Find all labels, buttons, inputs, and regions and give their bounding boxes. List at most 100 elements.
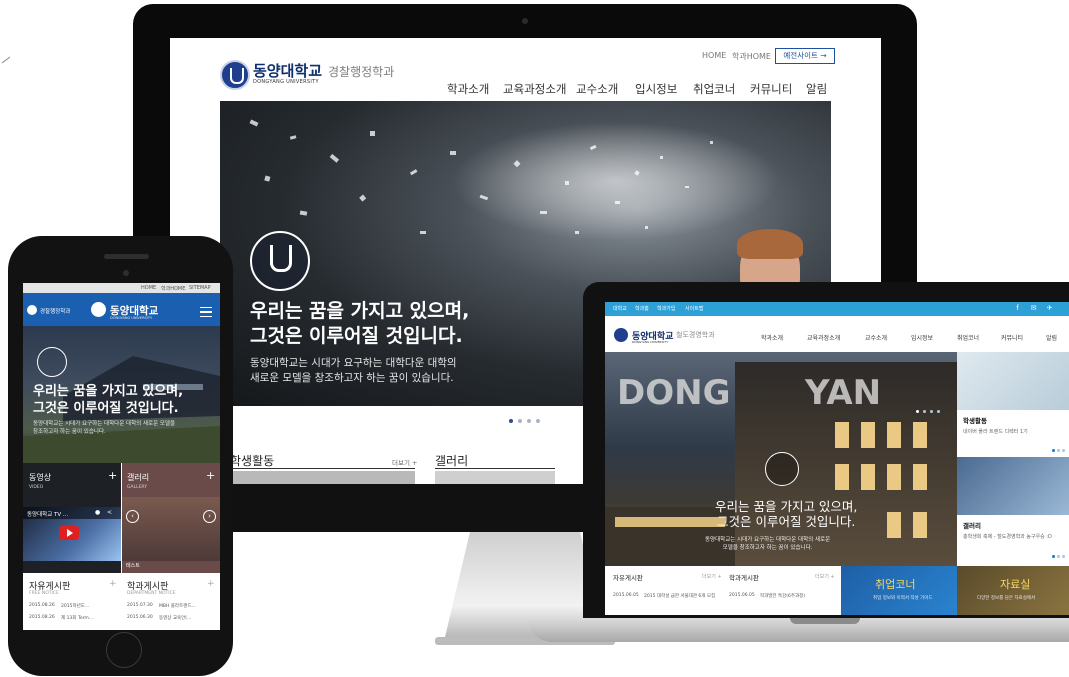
lp-nav-curriculum[interactable]: 교육과정소개 bbox=[807, 333, 840, 342]
nav-item-career[interactable]: 취업코너 bbox=[693, 81, 735, 97]
lp-hero-desc-line-1: 동양대학교는 시대가 요구하는 대학다운 대학의 새로운 bbox=[705, 537, 831, 543]
university-emblem-icon[interactable] bbox=[220, 60, 250, 90]
ph-video-caption[interactable]: 동양대학교 TV ... bbox=[27, 510, 68, 518]
ph-gallery-plus-icon[interactable]: + bbox=[206, 469, 215, 482]
ph-hero-banner[interactable]: 우리는 꿈을 가지고 있으며, 그것은 이루어질 것입니다. 동양대학교는 시대… bbox=[23, 326, 220, 463]
nav-item-community[interactable]: 커뮤니티 bbox=[750, 81, 792, 97]
lp-hero-description: 동양대학교는 시대가 요구하는 대학다운 대학의 새로운 모델을 창조하고자 하… bbox=[705, 536, 830, 552]
lp-dept-board-more[interactable]: 더보기 + bbox=[815, 573, 835, 580]
util-link-home[interactable]: HOME bbox=[702, 51, 726, 60]
lp-slider-dot-3[interactable] bbox=[930, 410, 933, 413]
ph-hero-description: 동양대학교는 시대가 요구하는 대학다운 대학의 새로운 모델을 창조하고자 하… bbox=[33, 420, 175, 436]
ph-dept-board-plus-icon[interactable]: + bbox=[207, 579, 215, 589]
ph-video-share-icon[interactable]: < bbox=[107, 509, 112, 516]
hero-title-line-2: 그것은 이루어질 것입니다. bbox=[250, 325, 463, 347]
lp-util-link-sitemap[interactable]: 사이트맵 bbox=[685, 305, 703, 312]
lp-hero-banner[interactable]: DONG YAN 우리는 꿈을 가지고 있으며, 그것은 이루어질 것입니다. … bbox=[605, 352, 957, 566]
site-logo-text[interactable]: 동양대학교 bbox=[253, 60, 322, 81]
lp-free-board-more[interactable]: 더보기 + bbox=[702, 573, 722, 580]
lp-nav-career[interactable]: 취업코너 bbox=[957, 333, 979, 342]
nav-item-dept-intro[interactable]: 학과소개 bbox=[447, 81, 489, 97]
phone-home-button[interactable] bbox=[106, 632, 142, 668]
nav-item-professors[interactable]: 교수소개 bbox=[576, 81, 618, 97]
nav-item-curriculum[interactable]: 교육과정소개 bbox=[503, 81, 566, 97]
nav-item-admission[interactable]: 입시정보 bbox=[635, 81, 677, 97]
lp-free-board-title[interactable]: 자유게시판 bbox=[613, 572, 643, 582]
lp-student-activity-desc: 네이버 플라 트랜드 디렉터 1기 bbox=[963, 429, 1028, 435]
ph-video-plus-icon[interactable]: + bbox=[108, 469, 117, 482]
ph-dept-row-1-text[interactable]: MBH 플라트랜드... bbox=[159, 603, 196, 609]
ph-hero-emblem-icon bbox=[37, 347, 67, 377]
lp-nav-community[interactable]: 커뮤니티 bbox=[1001, 333, 1023, 342]
lp-side1-dot-2[interactable] bbox=[1057, 449, 1060, 452]
lp-dept-board-row-text[interactable]: 학과발전 특강(6주과정) bbox=[760, 593, 805, 599]
util-link-dept-home[interactable]: 학과HOME bbox=[732, 51, 771, 62]
ph-video-title[interactable]: 동영상 bbox=[29, 472, 51, 483]
lp-side2-dot-3[interactable] bbox=[1062, 555, 1065, 558]
ph-video-clock-icon[interactable]: ● bbox=[95, 509, 100, 516]
slider-dot-3[interactable] bbox=[527, 419, 531, 423]
hero-desc-line-2: 새로운 모델을 창조하고자 하는 꿈이 있습니다. bbox=[250, 372, 454, 384]
lp-util-link-dept-home[interactable]: 학과홈 bbox=[635, 305, 649, 312]
ph-util-dept-home[interactable]: 학과HOME bbox=[161, 285, 185, 292]
prev-site-button[interactable]: 예전사이트 → bbox=[775, 48, 835, 64]
phone-screen: HOME 학과HOME SITEMAP 경찰행정학과 동양대학교 DONGYAN… bbox=[23, 283, 220, 630]
ph-video-play-icon[interactable] bbox=[59, 526, 79, 540]
ph-hero-desc-line-2: 창조하고자 하는 꿈이 있습니다. bbox=[33, 429, 106, 435]
ph-university-emblem-icon[interactable] bbox=[91, 302, 106, 317]
lp-nav-dept-intro[interactable]: 학과소개 bbox=[761, 333, 783, 342]
lp-career-title[interactable]: 취업코너 bbox=[875, 576, 915, 592]
ph-gallery-caption[interactable]: 테스트 bbox=[126, 562, 140, 569]
lp-student-activity-title[interactable]: 학생활동 bbox=[963, 415, 987, 425]
slider-dot-1[interactable] bbox=[509, 419, 513, 423]
lp-util-link-join[interactable]: 학과가입 bbox=[657, 305, 675, 312]
lp-side2-dot-1[interactable] bbox=[1052, 555, 1055, 558]
slider-dot-2[interactable] bbox=[518, 419, 522, 423]
student-activity-thumbnail[interactable] bbox=[230, 471, 415, 484]
ph-gallery-title[interactable]: 갤러리 bbox=[127, 472, 149, 483]
lp-data-title[interactable]: 자료실 bbox=[1000, 576, 1030, 592]
lp-free-board-row-text[interactable]: 2015 대학설 급한 서울대관 6개 모집 bbox=[644, 593, 715, 599]
ph-free-board-plus-icon[interactable]: + bbox=[109, 579, 117, 589]
slider-dot-4[interactable] bbox=[536, 419, 540, 423]
ph-util-home[interactable]: HOME bbox=[141, 285, 156, 291]
lp-slider-dot-4[interactable] bbox=[937, 410, 940, 413]
gallery-thumbnail[interactable] bbox=[435, 471, 555, 484]
ph-home-icon[interactable] bbox=[27, 305, 37, 315]
lp-dept-name: 철도경영학과 bbox=[676, 331, 715, 339]
lp-university-emblem-icon[interactable] bbox=[614, 328, 628, 342]
lp-side2-dot-2[interactable] bbox=[1057, 555, 1060, 558]
lp-slider-dot-1[interactable] bbox=[916, 410, 919, 413]
share-icon[interactable]: ✈ bbox=[1045, 304, 1054, 313]
laptop-notch bbox=[790, 618, 860, 624]
student-activity-more-link[interactable]: 더보기 + bbox=[392, 457, 417, 467]
facebook-icon[interactable]: f bbox=[1013, 304, 1022, 313]
lp-gallery-title[interactable]: 갤러리 bbox=[963, 520, 981, 530]
lp-util-link-univ[interactable]: 대학교 bbox=[613, 305, 627, 312]
lp-nav-admission[interactable]: 입시정보 bbox=[911, 333, 933, 342]
section-divider bbox=[435, 468, 555, 469]
hamburger-menu-icon[interactable] bbox=[200, 307, 212, 317]
ph-gallery-photo[interactable] bbox=[122, 497, 220, 561]
ph-dept-row-2-text[interactable]: 동영상 교육안(... bbox=[159, 615, 191, 621]
ph-dept-board-sub: DEPARTMENT NOTICE bbox=[127, 591, 176, 596]
ph-gallery-prev-icon[interactable]: ‹ bbox=[126, 510, 139, 523]
lp-slider-dot-2[interactable] bbox=[923, 410, 926, 413]
ph-free-row-2-text[interactable]: 제 13회 Term... bbox=[61, 615, 93, 621]
nav-item-notice[interactable]: 알림 bbox=[806, 81, 827, 97]
mail-icon[interactable]: ✉ bbox=[1029, 304, 1038, 313]
hero-title-line-1: 우리는 꿈을 가지고 있으며, bbox=[250, 300, 470, 322]
lp-student-activity-photo[interactable] bbox=[957, 352, 1069, 410]
lp-side1-dot-3[interactable] bbox=[1062, 449, 1065, 452]
ph-util-sitemap[interactable]: SITEMAP bbox=[189, 285, 211, 291]
lp-nav-notice[interactable]: 알림 bbox=[1046, 333, 1057, 342]
student-activity-title[interactable]: 학생활동 bbox=[230, 452, 274, 469]
ph-gallery-next-icon[interactable]: › bbox=[203, 510, 216, 523]
lp-gallery-photo[interactable] bbox=[957, 457, 1069, 515]
gallery-title[interactable]: 갤러리 bbox=[435, 452, 468, 469]
ph-free-row-2-date: 2015.08.26 bbox=[29, 615, 55, 620]
lp-side1-dot-1[interactable] bbox=[1052, 449, 1055, 452]
lp-dept-board-title[interactable]: 학과게시판 bbox=[729, 572, 759, 582]
lp-nav-professors[interactable]: 교수소개 bbox=[865, 333, 887, 342]
ph-free-row-1-text[interactable]: 2015학년도... bbox=[61, 603, 89, 609]
